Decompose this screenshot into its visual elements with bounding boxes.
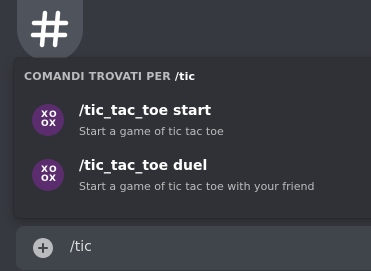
autocomplete-header: COMANDI TROVATI PER /tic	[24, 70, 195, 83]
command-name: /tic_tac_toe duel	[79, 158, 208, 174]
tic-tac-toe-app-icon: XO OX	[32, 159, 64, 191]
command-name: /tic_tac_toe start	[79, 103, 212, 119]
command-option-start[interactable]: XO OX /tic_tac_toe start Start a game of…	[22, 96, 371, 142]
command-option-duel[interactable]: XO OX /tic_tac_toe duel Start a game of …	[22, 151, 371, 197]
message-input[interactable]: /tic	[70, 239, 92, 255]
command-description: Start a game of tic tac toe	[79, 125, 224, 138]
command-description: Start a game of tic tac toe with your fr…	[79, 180, 315, 193]
tic-tac-toe-app-icon: XO OX	[32, 104, 64, 136]
channel-avatar	[17, 0, 83, 62]
autocomplete-header-label: COMANDI TROVATI PER	[24, 70, 175, 83]
command-autocomplete-popup: COMANDI TROVATI PER /tic XO OX /tic_tac_…	[14, 58, 371, 218]
message-composer[interactable]: /tic	[16, 226, 371, 270]
autocomplete-query: /tic	[174, 70, 196, 83]
hash-icon	[30, 10, 69, 48]
plus-circle-icon[interactable]	[33, 238, 53, 258]
chat-area: COMANDI TROVATI PER /tic XO OX /tic_tac_…	[0, 0, 371, 271]
